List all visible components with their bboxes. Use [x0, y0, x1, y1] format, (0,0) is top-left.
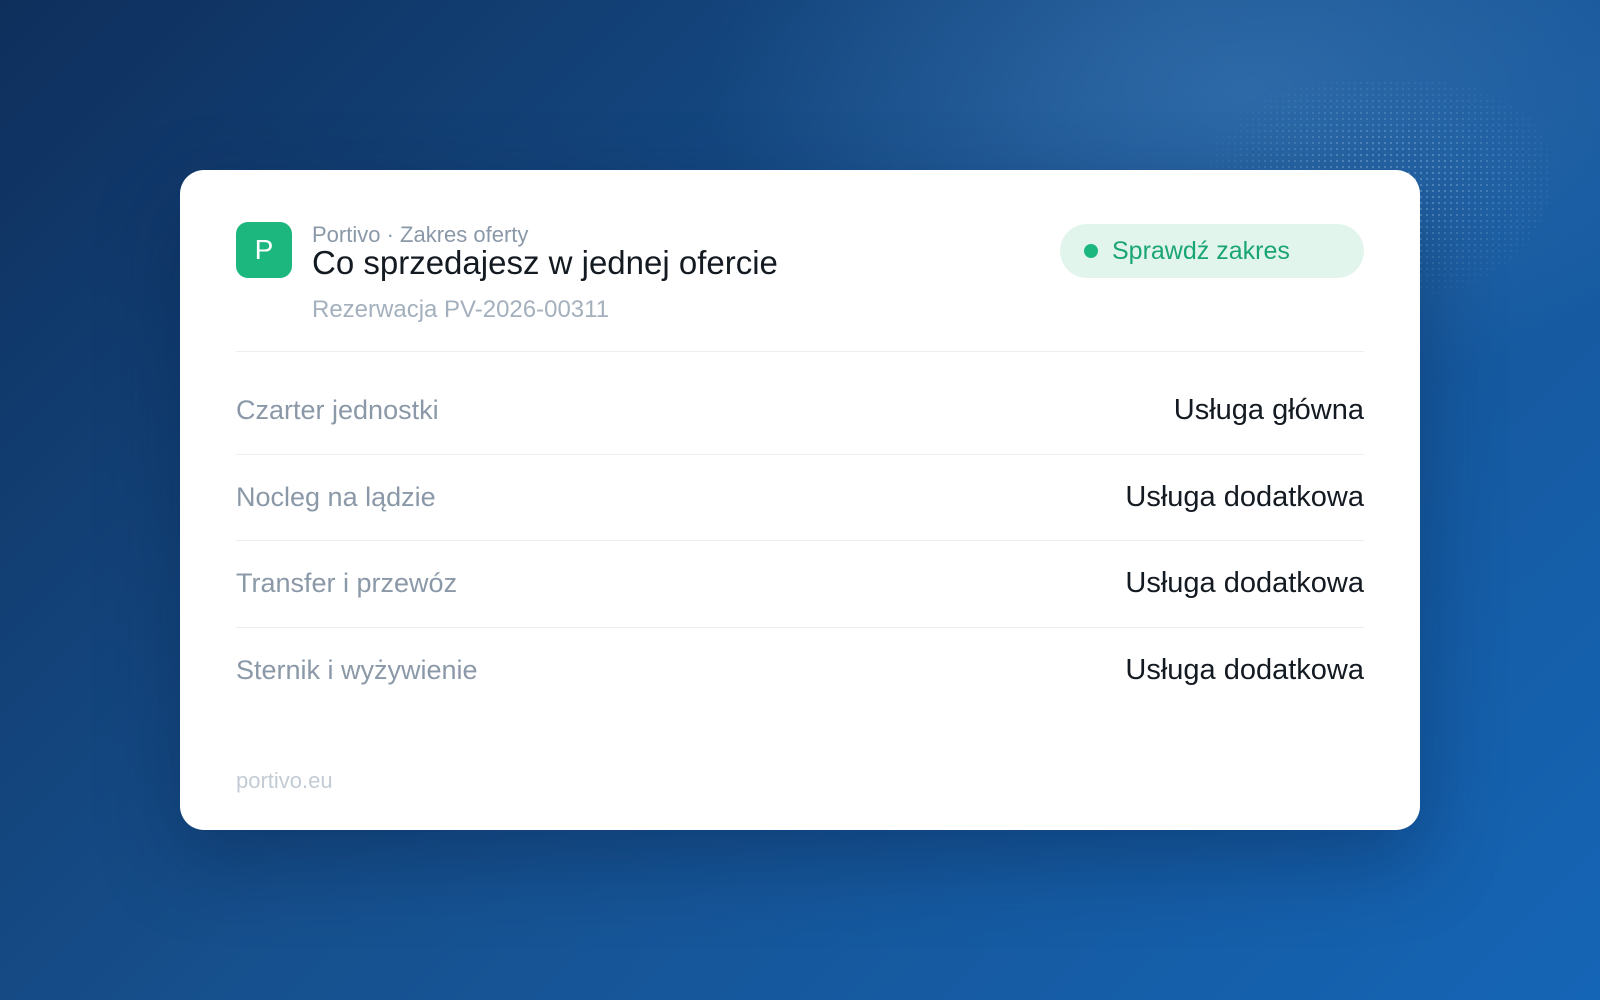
scope-row: Sternik i wyżywienie Usługa dodatkowa	[236, 626, 1364, 714]
scope-row: Transfer i przewóz Usługa dodatkowa	[236, 539, 1364, 627]
offer-scope-card: P Portivo · Zakres oferty Co sprzedajesz…	[180, 170, 1420, 830]
scope-row: Czarter jednostki Usługa główna	[236, 366, 1364, 454]
portivo-logo: P	[236, 222, 292, 278]
scope-row-value: Usługa dodatkowa	[1125, 567, 1364, 599]
footer-domain: portivo.eu	[236, 768, 333, 793]
card-title: Co sprzedajesz w jednej ofercie	[312, 244, 778, 281]
scope-row-value: Usługa dodatkowa	[1125, 481, 1364, 513]
page-background: P Portivo · Zakres oferty Co sprzedajesz…	[0, 0, 1600, 1000]
scope-row-label: Transfer i przewóz	[236, 568, 458, 598]
check-scope-button[interactable]: Sprawdź zakres	[1060, 224, 1364, 278]
scope-row: Nocleg na lądzie Usługa dodatkowa	[236, 453, 1364, 541]
check-scope-label: Sprawdź zakres	[1112, 237, 1290, 265]
header-divider	[236, 351, 1364, 352]
scope-row-label: Sternik i wyżywienie	[236, 655, 478, 685]
scope-row-label: Czarter jednostki	[236, 395, 439, 425]
scope-row-value: Usługa główna	[1173, 394, 1364, 426]
scope-row-value: Usługa dodatkowa	[1125, 654, 1364, 686]
reservation-number: Rezerwacja PV-2026-00311	[312, 296, 610, 323]
status-dot-icon	[1084, 244, 1098, 258]
scope-row-label: Nocleg na lądzie	[236, 482, 436, 512]
